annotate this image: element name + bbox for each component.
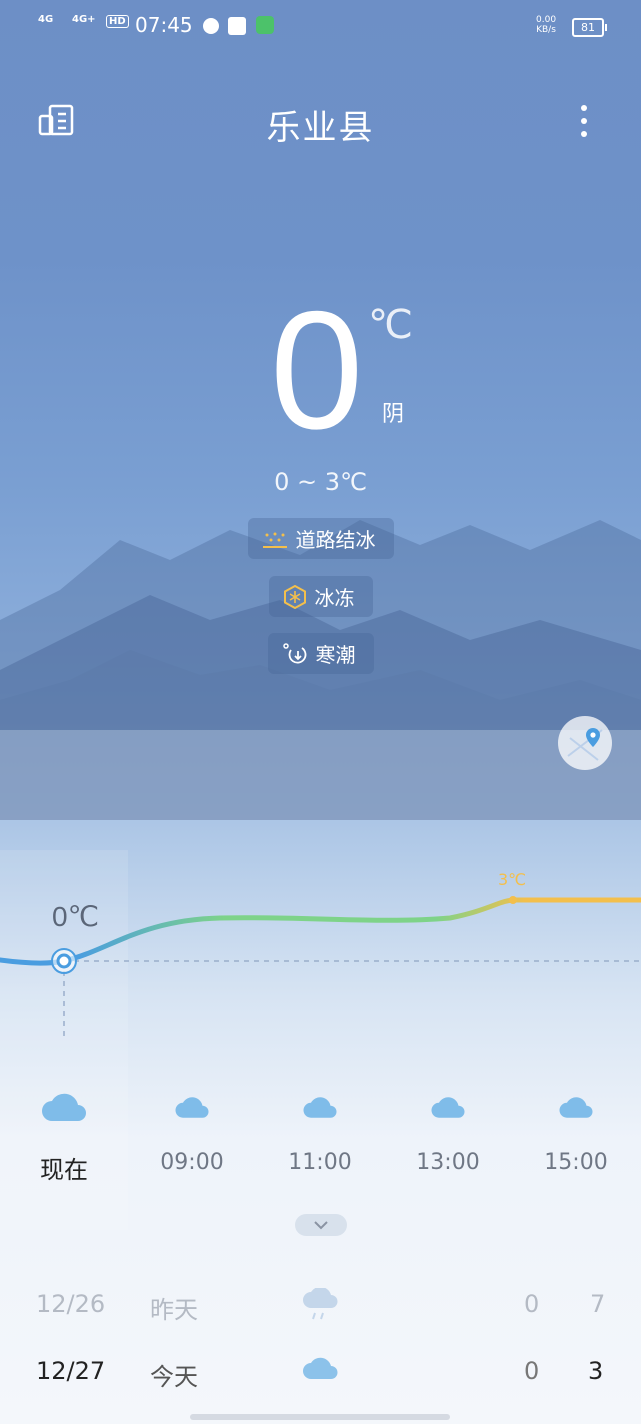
day-low: 0 (524, 1290, 540, 1318)
alert-cold-wave[interactable]: 寒潮 (0, 633, 641, 674)
alert-freeze[interactable]: 冰冻 (0, 576, 641, 617)
more-menu-icon[interactable] (578, 104, 590, 138)
hour-label: 13:00 (416, 1150, 480, 1175)
cloud-icon (42, 1093, 86, 1121)
hour-label: 11:00 (288, 1150, 352, 1175)
alert-label: 道路结冰 (295, 528, 376, 552)
day-high: 3 (588, 1357, 604, 1385)
daily-row-today[interactable]: 12/27 今天 0 3 (0, 1357, 641, 1407)
signal-4g: 4G (38, 14, 54, 25)
cold-wave-icon (282, 643, 306, 664)
map-pin-icon (567, 728, 603, 761)
daily-row-yesterday[interactable]: 12/26 昨天 0 7 (0, 1288, 641, 1340)
now-temp-label: 0℃ (52, 901, 100, 932)
home-indicator[interactable] (190, 1414, 450, 1420)
map-button[interactable] (558, 716, 612, 770)
rain-cloud-icon (303, 1288, 338, 1320)
status-bar: 4G 4G+ HD 07:45 0.00 KB/s 81 (0, 10, 641, 42)
cloud-icon (175, 1097, 209, 1118)
hour-item[interactable]: 13:00 (398, 1090, 498, 1175)
cloud-icon (303, 1357, 338, 1379)
hour-item-now[interactable]: 现在 (14, 1090, 114, 1185)
freeze-icon (283, 584, 306, 610)
signal-4g-plus: 4G+ (72, 14, 96, 25)
temperature-unit: ℃ (368, 302, 413, 348)
cloud-icon (431, 1097, 465, 1118)
hourly-forecast: 现在 09:00 11:00 13:00 15:00 (0, 1090, 641, 1190)
hour-item[interactable]: 11:00 (270, 1090, 370, 1175)
current-temperature: 0 (270, 276, 364, 464)
hour-label: 现在 (40, 1156, 88, 1184)
road-ice-icon (262, 532, 287, 548)
play-icon (203, 18, 219, 34)
day-date: 12/26 (36, 1290, 106, 1318)
temperature-range: 0 ~ 3℃ (274, 468, 367, 496)
day-name: 今天 (150, 1363, 198, 1391)
day-name: 昨天 (150, 1296, 198, 1324)
app-icon (228, 17, 246, 35)
day-date: 12/27 (36, 1357, 106, 1385)
chevron-down-icon (314, 1221, 328, 1230)
hour-label: 15:00 (544, 1150, 608, 1175)
hourly-temp-chart (0, 896, 641, 1040)
expand-button[interactable] (295, 1214, 347, 1236)
hour-item[interactable]: 15:00 (526, 1090, 626, 1175)
day-high: 7 (590, 1290, 606, 1318)
peak-temp-label: 3℃ (498, 870, 527, 889)
cloud-icon (303, 1097, 337, 1118)
alert-label: 寒潮 (315, 643, 356, 667)
day-low: 0 (524, 1357, 540, 1385)
hour-label: 09:00 (160, 1150, 224, 1175)
alert-label: 冰冻 (314, 586, 355, 610)
hour-item[interactable]: 09:00 (142, 1090, 242, 1175)
cloud-icon (559, 1097, 593, 1118)
app-green-icon (256, 16, 274, 34)
net-speed: 0.00 KB/s (536, 15, 557, 35)
alert-road-ice[interactable]: 道路结冰 (0, 518, 641, 559)
hd-badge: HD (106, 15, 129, 28)
city-title: 乐业县 (266, 108, 375, 148)
current-condition: 阴 (382, 402, 405, 427)
status-time: 07:45 (135, 13, 193, 37)
battery-icon: 81 (572, 18, 607, 37)
